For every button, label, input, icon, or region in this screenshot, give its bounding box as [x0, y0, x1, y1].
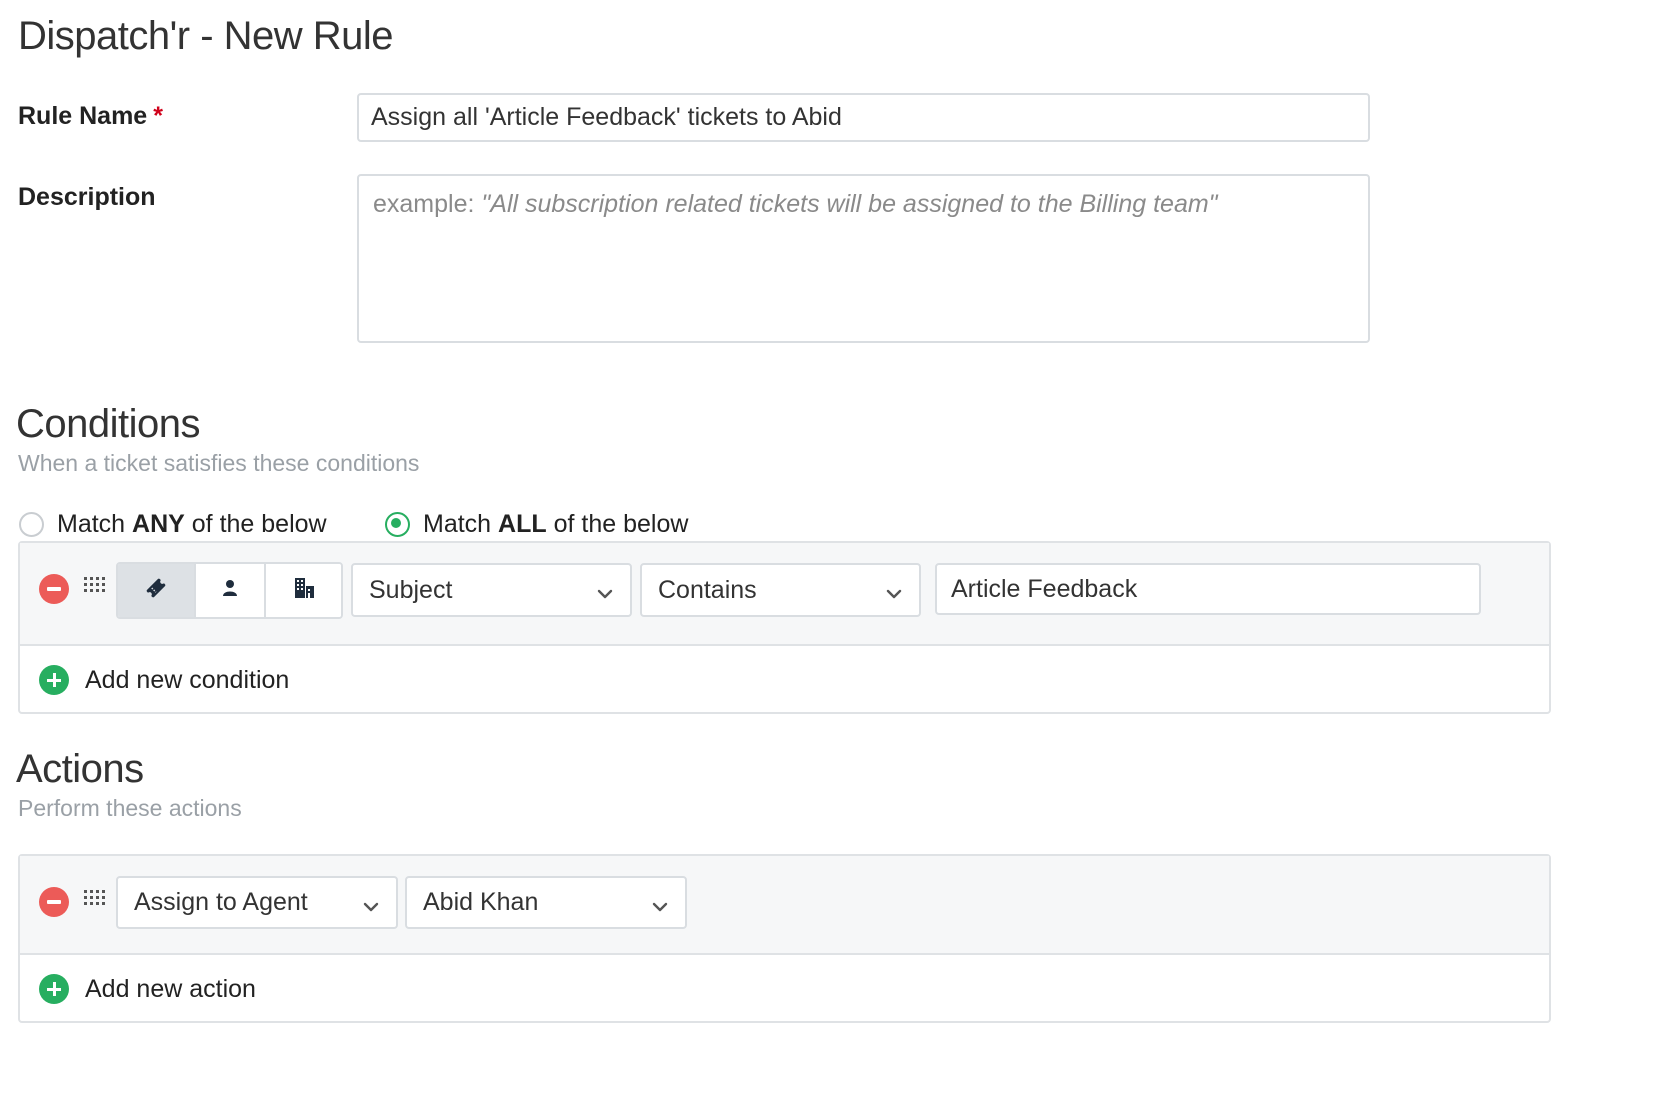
- remove-condition-button[interactable]: [39, 574, 69, 604]
- match-all-bold: ALL: [498, 510, 547, 538]
- match-any-suffix: of the below: [184, 510, 327, 538]
- condition-operator-select[interactable]: Contains: [640, 563, 921, 617]
- match-all-label: Match ALL of the below: [423, 510, 688, 539]
- condition-field-value: Subject: [369, 575, 453, 604]
- chevron-down-icon: [362, 894, 380, 912]
- action-target-value: Abid Khan: [423, 888, 539, 916]
- condition-row: Subject Contains: [20, 543, 1549, 646]
- actions-subtitle: Perform these actions: [18, 795, 242, 821]
- match-any-option[interactable]: Match ANY of the below: [19, 510, 327, 539]
- condition-operator-value: Contains: [658, 575, 757, 604]
- match-any-prefix: Match: [57, 510, 133, 538]
- required-mark: *: [153, 102, 163, 130]
- remove-action-button[interactable]: [39, 887, 69, 917]
- chevron-down-icon: [596, 581, 614, 599]
- match-all-radio[interactable]: [385, 512, 410, 537]
- rule-name-label-text: Rule Name: [18, 102, 148, 130]
- page-title: Dispatch'r - New Rule: [18, 14, 394, 58]
- rule-name-label: Rule Name *: [18, 102, 163, 131]
- condition-type-toggle: [116, 562, 343, 619]
- action-row: Assign to Agent Abid Khan: [20, 856, 1549, 955]
- drag-handle-icon[interactable]: [83, 889, 105, 911]
- add-condition-label[interactable]: Add new condition: [85, 666, 289, 695]
- action-type-value: Assign to Agent: [134, 888, 308, 916]
- match-all-option[interactable]: Match ALL of the below: [385, 510, 688, 539]
- company-icon: [292, 576, 316, 605]
- match-all-suffix: of the below: [546, 510, 689, 538]
- chevron-down-icon: [651, 894, 669, 912]
- condition-value-input[interactable]: [935, 563, 1481, 615]
- ticket-icon: [144, 576, 168, 605]
- actions-title: Actions: [16, 747, 144, 791]
- description-placeholder-example: "All subscription related tickets will b…: [481, 190, 1218, 218]
- description-label: Description: [18, 183, 156, 211]
- description-placeholder: example: "All subscription related ticke…: [373, 190, 1218, 218]
- company-type-button[interactable]: [266, 564, 341, 617]
- user-icon: [222, 579, 238, 602]
- match-any-radio[interactable]: [19, 512, 44, 537]
- conditions-panel: Subject Contains Add new condition: [18, 541, 1551, 714]
- chevron-down-icon: [885, 581, 903, 599]
- conditions-subtitle: When a ticket satisfies these conditions: [18, 450, 420, 476]
- ticket-type-button[interactable]: [118, 564, 196, 617]
- actions-panel: Assign to Agent Abid Khan Add new action: [18, 854, 1551, 1023]
- drag-handle-icon[interactable]: [83, 576, 105, 598]
- condition-field-select[interactable]: Subject: [351, 563, 632, 617]
- match-any-bold: ANY: [132, 510, 185, 538]
- rule-name-input[interactable]: [357, 93, 1370, 142]
- add-action-button[interactable]: [39, 974, 69, 1004]
- conditions-title: Conditions: [16, 402, 201, 446]
- action-type-select[interactable]: Assign to Agent: [116, 876, 398, 929]
- description-textarea[interactable]: example: "All subscription related ticke…: [357, 174, 1370, 343]
- match-any-label: Match ANY of the below: [57, 510, 327, 539]
- add-condition-button[interactable]: [39, 665, 69, 695]
- action-target-select[interactable]: Abid Khan: [405, 876, 687, 929]
- match-all-prefix: Match: [423, 510, 499, 538]
- description-placeholder-prefix: example:: [373, 190, 482, 218]
- add-action-label[interactable]: Add new action: [85, 975, 256, 1004]
- requester-type-button[interactable]: [195, 564, 267, 617]
